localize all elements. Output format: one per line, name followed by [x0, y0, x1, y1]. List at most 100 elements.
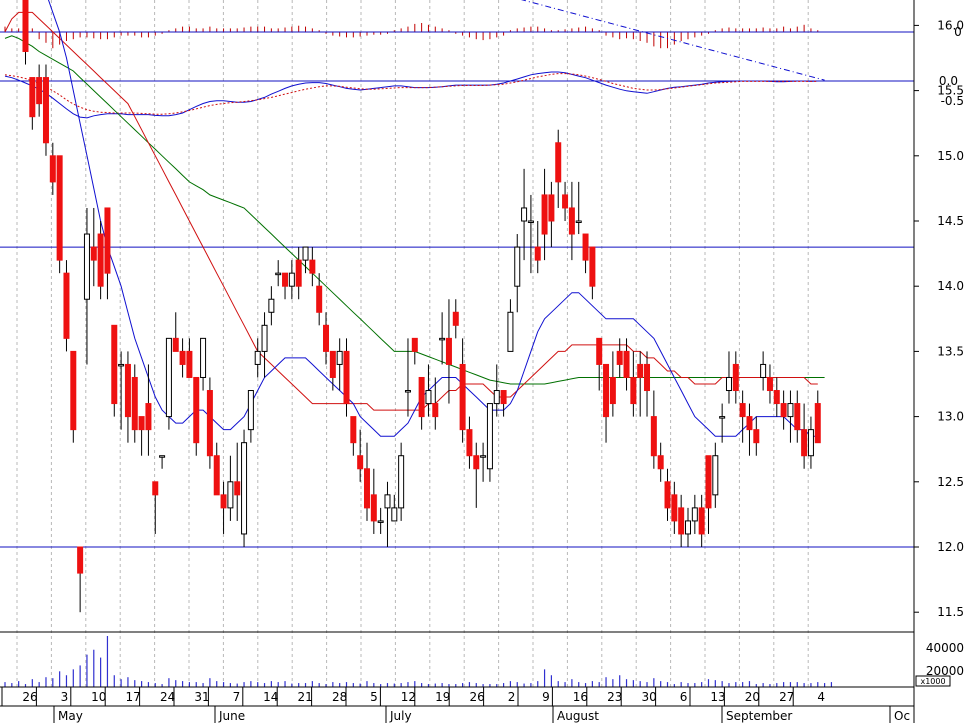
- candle-body: [36, 77, 43, 105]
- candle-body: [42, 77, 49, 144]
- x-day-tick-label: 27: [779, 690, 794, 704]
- price-y-tick-label: 14.0: [937, 279, 964, 293]
- candle-body: [582, 233, 589, 261]
- x-day-tick-label: 21: [298, 690, 313, 704]
- candle-body: [282, 272, 289, 287]
- candle-body: [555, 142, 562, 183]
- candle-body: [357, 455, 364, 470]
- x-day-tick-label: 30: [642, 690, 657, 704]
- candle-body: [445, 337, 452, 365]
- candle-body: [432, 403, 439, 418]
- candle-body: [691, 507, 698, 522]
- x-day-tick-label: 23: [607, 690, 622, 704]
- candle-body: [145, 403, 152, 431]
- candle-body: [104, 207, 111, 274]
- x-day-tick-label: 5: [370, 690, 378, 704]
- candle-body: [794, 403, 801, 431]
- candle-body: [589, 246, 596, 287]
- candle-body: [418, 376, 425, 418]
- candle-body: [336, 350, 343, 365]
- x-day-tick-label: 26: [22, 690, 37, 704]
- candle-body: [275, 272, 282, 276]
- candle-body: [29, 77, 36, 118]
- candle-body: [459, 363, 466, 431]
- x-month-label: July: [389, 709, 412, 723]
- candle-body: [480, 455, 487, 458]
- price-y-tick-label: 16.0: [937, 18, 964, 32]
- price-y-tick-label: 15.5: [937, 84, 964, 98]
- candle-body: [193, 376, 200, 444]
- candle-body: [234, 481, 241, 496]
- candle-body: [732, 363, 739, 392]
- x-day-tick-label: 12: [401, 690, 416, 704]
- x-month-label: August: [557, 709, 599, 723]
- candle-body: [247, 390, 254, 431]
- candle-body: [514, 246, 521, 287]
- candle-body: [466, 429, 473, 457]
- candle-body: [650, 416, 657, 457]
- candle-body: [288, 272, 295, 287]
- candle-body: [411, 337, 418, 352]
- x-day-tick-label: 24: [160, 690, 175, 704]
- candle-body: [227, 481, 234, 509]
- x-month-label: Oc: [894, 709, 910, 723]
- candle-body: [254, 350, 261, 365]
- candle-body: [138, 416, 145, 431]
- candle-body: [671, 494, 678, 522]
- x-day-tick-label: 16: [573, 690, 588, 704]
- candle-body: [603, 363, 610, 418]
- candle-body: [630, 376, 637, 405]
- x-day-tick-label: 2: [508, 690, 516, 704]
- volume-unit-label: x1000: [920, 677, 945, 686]
- candle-body: [165, 337, 172, 418]
- candle-body: [377, 520, 384, 523]
- candle-body: [350, 416, 357, 444]
- x-day-tick-label: 28: [332, 690, 347, 704]
- price-y-tick-label: 12.5: [937, 475, 964, 489]
- candle-body: [56, 155, 63, 261]
- candle-body: [179, 350, 186, 365]
- candle-body: [562, 194, 569, 209]
- x-day-tick-label: 4: [817, 690, 825, 704]
- candle-body: [521, 207, 528, 222]
- stock-chart: 0 0.0 -0.5 11.512.012.513.013.514.014.51…: [0, 0, 971, 723]
- candle-body: [309, 259, 316, 274]
- candle-body: [83, 233, 90, 300]
- candle-body: [739, 403, 746, 418]
- price-y-tick-label: 11.5: [937, 605, 964, 619]
- candle-body: [384, 494, 391, 509]
- candle-body: [329, 350, 336, 378]
- candle-body: [323, 324, 330, 352]
- x-day-tick-label: 9: [542, 690, 550, 704]
- candle-body: [609, 376, 616, 405]
- candle-body: [77, 546, 84, 574]
- candle-body: [241, 442, 248, 535]
- x-month-label: June: [218, 709, 245, 723]
- candle-body: [801, 429, 808, 457]
- candle-body: [398, 455, 405, 509]
- candle-body: [678, 507, 685, 535]
- candle-body: [439, 337, 446, 341]
- price-y-tick-label: 13.5: [937, 344, 964, 358]
- candle-body: [186, 350, 193, 378]
- candle-body: [500, 390, 507, 405]
- candle-body: [575, 220, 582, 223]
- candle-body: [787, 403, 794, 418]
- candle-body: [644, 363, 651, 392]
- candle-body: [753, 429, 760, 444]
- candle-body: [486, 403, 493, 470]
- candle-body: [425, 390, 432, 405]
- candle-body: [814, 403, 821, 444]
- candle-body: [213, 455, 220, 496]
- price-y-tick-label: 14.5: [937, 214, 964, 228]
- candle-body: [70, 350, 77, 431]
- candle-body: [268, 298, 275, 313]
- candle-body: [343, 350, 350, 405]
- candle-body: [316, 285, 323, 313]
- candle-body: [159, 455, 166, 458]
- candle-body: [712, 455, 719, 496]
- candle-body: [391, 507, 398, 522]
- candle-body: [152, 481, 159, 496]
- candle-body: [746, 416, 753, 431]
- candle-body: [780, 403, 787, 418]
